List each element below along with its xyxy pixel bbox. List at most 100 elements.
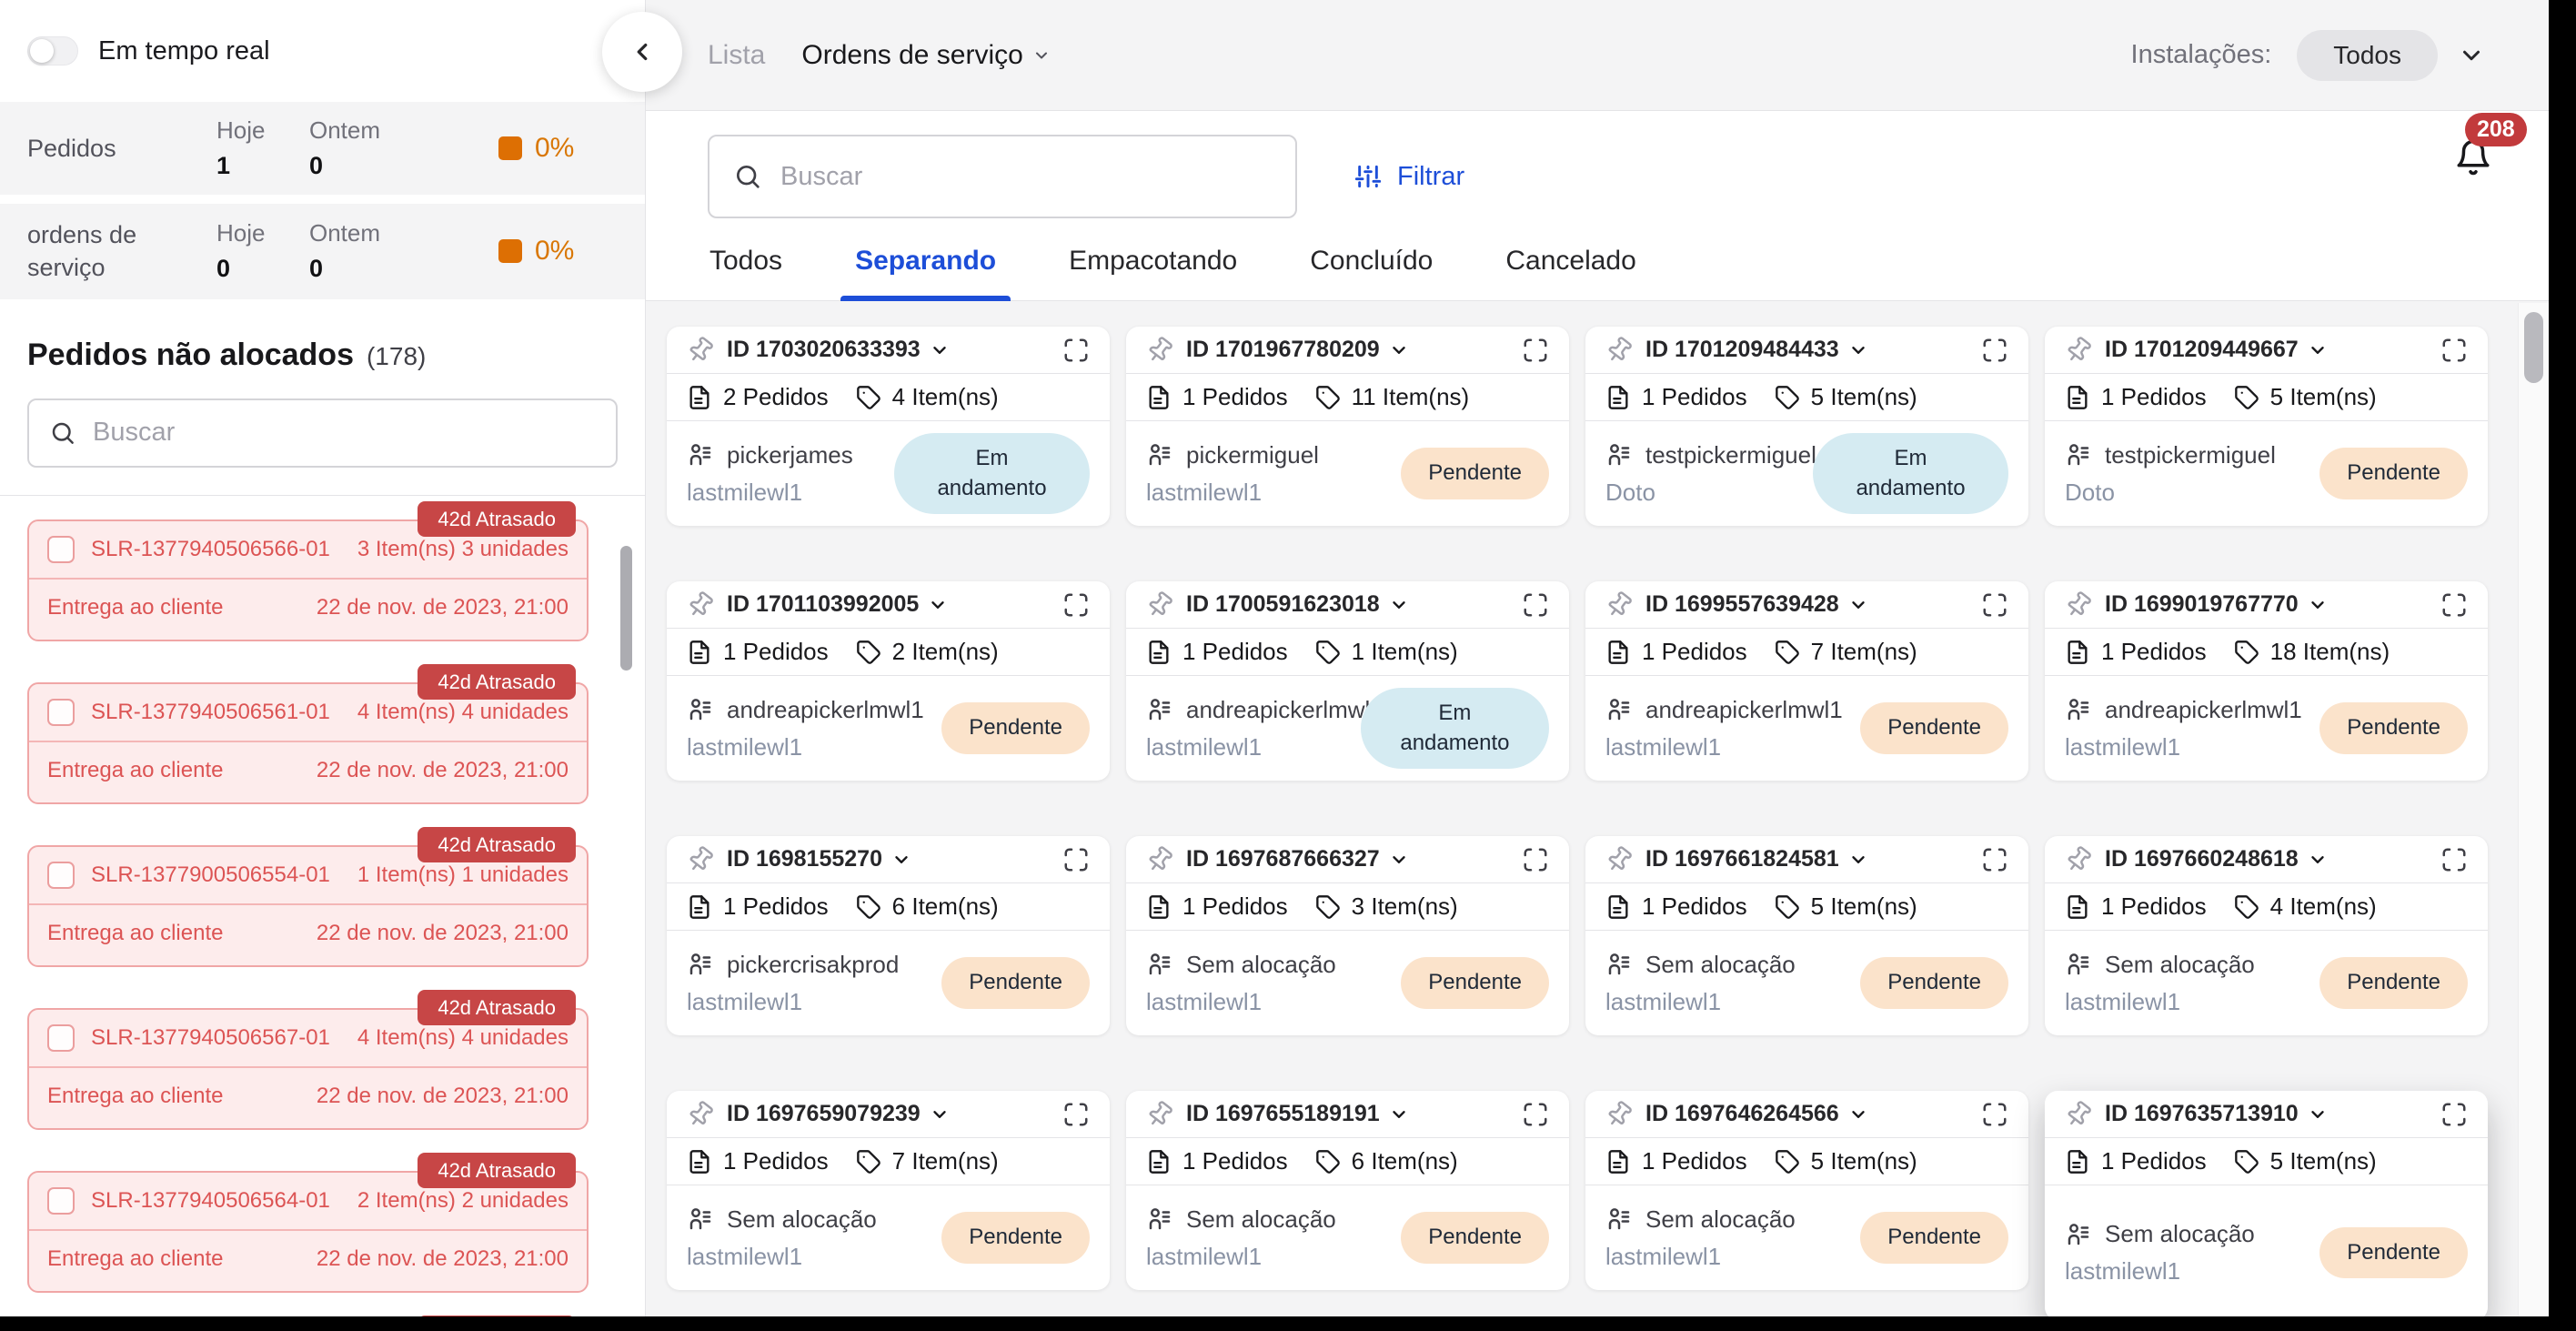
- tag-icon: [856, 640, 881, 665]
- order-id-dropdown[interactable]: ID 1699019767770: [2105, 591, 2328, 618]
- order-checkbox[interactable]: [47, 861, 75, 889]
- expand-icon[interactable]: [1522, 846, 1549, 873]
- order-id-dropdown[interactable]: ID 1697660248618: [2105, 846, 2328, 872]
- stat-yesterday-header: Ontem: [309, 219, 381, 247]
- pin-icon[interactable]: [1605, 845, 1633, 873]
- picker-icon: [1605, 696, 1633, 723]
- order-id-dropdown[interactable]: ID 1697655189191: [1186, 1101, 1409, 1127]
- sidebar-collapse-button[interactable]: [602, 12, 682, 92]
- orders-search-input[interactable]: [780, 161, 1272, 192]
- notifications-button[interactable]: 208: [2454, 113, 2527, 176]
- pedidos-count: 1 Pedidos: [1182, 1147, 1288, 1175]
- unallocated-order-card[interactable]: 42d Atrasado SLR-1377940506564-01 2 Item…: [27, 1152, 589, 1293]
- order-id-dropdown[interactable]: ID 1701209484433: [1645, 337, 1868, 363]
- letterbox-right: [2549, 0, 2576, 1331]
- unallocated-order-card[interactable]: 42d Atrasado SLR-1377940506567-01 4 Item…: [27, 989, 589, 1130]
- expand-icon[interactable]: [1981, 1101, 2008, 1128]
- pin-icon[interactable]: [1146, 336, 1173, 364]
- pin-icon[interactable]: [2065, 336, 2092, 364]
- order-checkbox[interactable]: [47, 698, 75, 726]
- pin-icon[interactable]: [1146, 590, 1173, 619]
- tab-cancelado[interactable]: Cancelado: [1504, 246, 1637, 300]
- order-id-dropdown[interactable]: ID 1697661824581: [1645, 846, 1868, 872]
- unallocated-order-card[interactable]: 42d Atrasado SLR-1377900506554-01 1 Item…: [27, 826, 589, 967]
- pin-icon[interactable]: [2065, 590, 2092, 619]
- document-icon: [1146, 640, 1172, 665]
- picker-icon: [687, 441, 714, 469]
- chevron-down-icon[interactable]: [2458, 42, 2485, 69]
- stat-yesterday-value: 0: [309, 255, 324, 283]
- document-icon: [1146, 385, 1172, 410]
- expand-icon[interactable]: [1981, 846, 2008, 873]
- tab-separando[interactable]: Separando: [840, 246, 1011, 301]
- facilities-select[interactable]: Todos: [2297, 29, 2438, 81]
- sidebar-search-input[interactable]: [93, 418, 596, 449]
- expand-icon[interactable]: [2440, 591, 2468, 619]
- expand-icon[interactable]: [1522, 1101, 1549, 1128]
- order-id-dropdown[interactable]: ID 1701103992005: [727, 591, 948, 618]
- filter-button[interactable]: Filtrar: [1353, 162, 1464, 192]
- order-checkbox[interactable]: [47, 1186, 75, 1215]
- expand-icon[interactable]: [1522, 591, 1549, 619]
- facility-name: Doto: [1605, 478, 1655, 506]
- order-id-dropdown[interactable]: ID 1697659079239: [727, 1101, 950, 1127]
- pin-icon[interactable]: [687, 590, 714, 619]
- breadcrumb-lista[interactable]: Lista: [708, 40, 765, 71]
- order-id-dropdown[interactable]: ID 1697635713910: [2105, 1101, 2328, 1127]
- expand-icon[interactable]: [1522, 337, 1549, 364]
- order-quantity: 4 Item(ns) 4 unidades: [357, 699, 569, 724]
- pin-icon[interactable]: [2065, 845, 2092, 873]
- order-id-dropdown[interactable]: ID 1703020633393: [727, 337, 950, 363]
- pin-icon[interactable]: [1146, 845, 1173, 873]
- pin-icon[interactable]: [1146, 1100, 1173, 1128]
- order-id-dropdown[interactable]: ID 1697646264566: [1645, 1101, 1868, 1127]
- order-id-dropdown[interactable]: ID 1700591623018: [1186, 591, 1409, 618]
- main-scrollbar[interactable]: [2518, 303, 2549, 1331]
- picker-icon: [687, 696, 714, 723]
- order-checkbox[interactable]: [47, 535, 75, 563]
- order-id-dropdown[interactable]: ID 1701967780209: [1186, 337, 1409, 363]
- pin-icon[interactable]: [1605, 590, 1633, 619]
- realtime-toggle[interactable]: [27, 36, 78, 66]
- order-id-dropdown[interactable]: ID 1698155270: [727, 846, 911, 872]
- pin-icon[interactable]: [2065, 1100, 2092, 1128]
- pin-icon[interactable]: [1605, 336, 1633, 364]
- expand-icon[interactable]: [2440, 337, 2468, 364]
- title-caret-icon[interactable]: [1032, 46, 1051, 65]
- order-id-dropdown[interactable]: ID 1697687666327: [1186, 846, 1409, 872]
- percent-square-icon: [498, 136, 522, 160]
- expand-icon[interactable]: [1062, 1101, 1090, 1128]
- document-icon: [687, 385, 712, 410]
- expand-icon[interactable]: [1062, 337, 1090, 364]
- pin-icon[interactable]: [1605, 1100, 1633, 1128]
- order-id-dropdown[interactable]: ID 1699557639428: [1645, 591, 1868, 618]
- status-badge: Pendente: [941, 1212, 1090, 1264]
- unallocated-order-card[interactable]: 42d Atrasado SLR-1377940506566-01 3 Item…: [27, 500, 589, 641]
- pin-icon[interactable]: [687, 336, 714, 364]
- sidebar-search: [27, 398, 618, 468]
- pin-icon[interactable]: [687, 845, 714, 873]
- expand-icon[interactable]: [1981, 337, 2008, 364]
- expand-icon[interactable]: [1062, 591, 1090, 619]
- tab-empacotando[interactable]: Empacotando: [1067, 246, 1239, 300]
- facility-name: lastmilewl1: [1146, 987, 1263, 1015]
- service-order-card: ID 1701209449667 1 Pedidos 5 Item(ns) te…: [2045, 327, 2488, 526]
- sidebar-scrollbar[interactable]: [620, 546, 632, 671]
- order-checkbox[interactable]: [47, 1023, 75, 1052]
- unallocated-order-card[interactable]: 42d Atrasado SLR-1377940506561-01 4 Item…: [27, 663, 589, 804]
- expand-icon[interactable]: [2440, 846, 2468, 873]
- tag-icon: [1315, 894, 1341, 920]
- items-count: 4 Item(ns): [2269, 892, 2377, 920]
- service-order-card: ID 1697655189191 1 Pedidos 6 Item(ns) Se…: [1126, 1091, 1569, 1290]
- expand-icon[interactable]: [2440, 1101, 2468, 1128]
- scrollbar-thumb[interactable]: [2524, 312, 2543, 383]
- picker-name: testpickermiguel: [2105, 440, 2276, 469]
- expand-icon[interactable]: [1981, 591, 2008, 619]
- pin-icon[interactable]: [687, 1100, 714, 1128]
- order-id-dropdown[interactable]: ID 1701209449667: [2105, 337, 2328, 363]
- sliders-icon: [1353, 162, 1383, 191]
- expand-icon[interactable]: [1062, 846, 1090, 873]
- tab-todos[interactable]: Todos: [708, 246, 784, 300]
- tab-concluído[interactable]: Concluído: [1308, 246, 1434, 300]
- items-count: 3 Item(ns): [1351, 892, 1458, 920]
